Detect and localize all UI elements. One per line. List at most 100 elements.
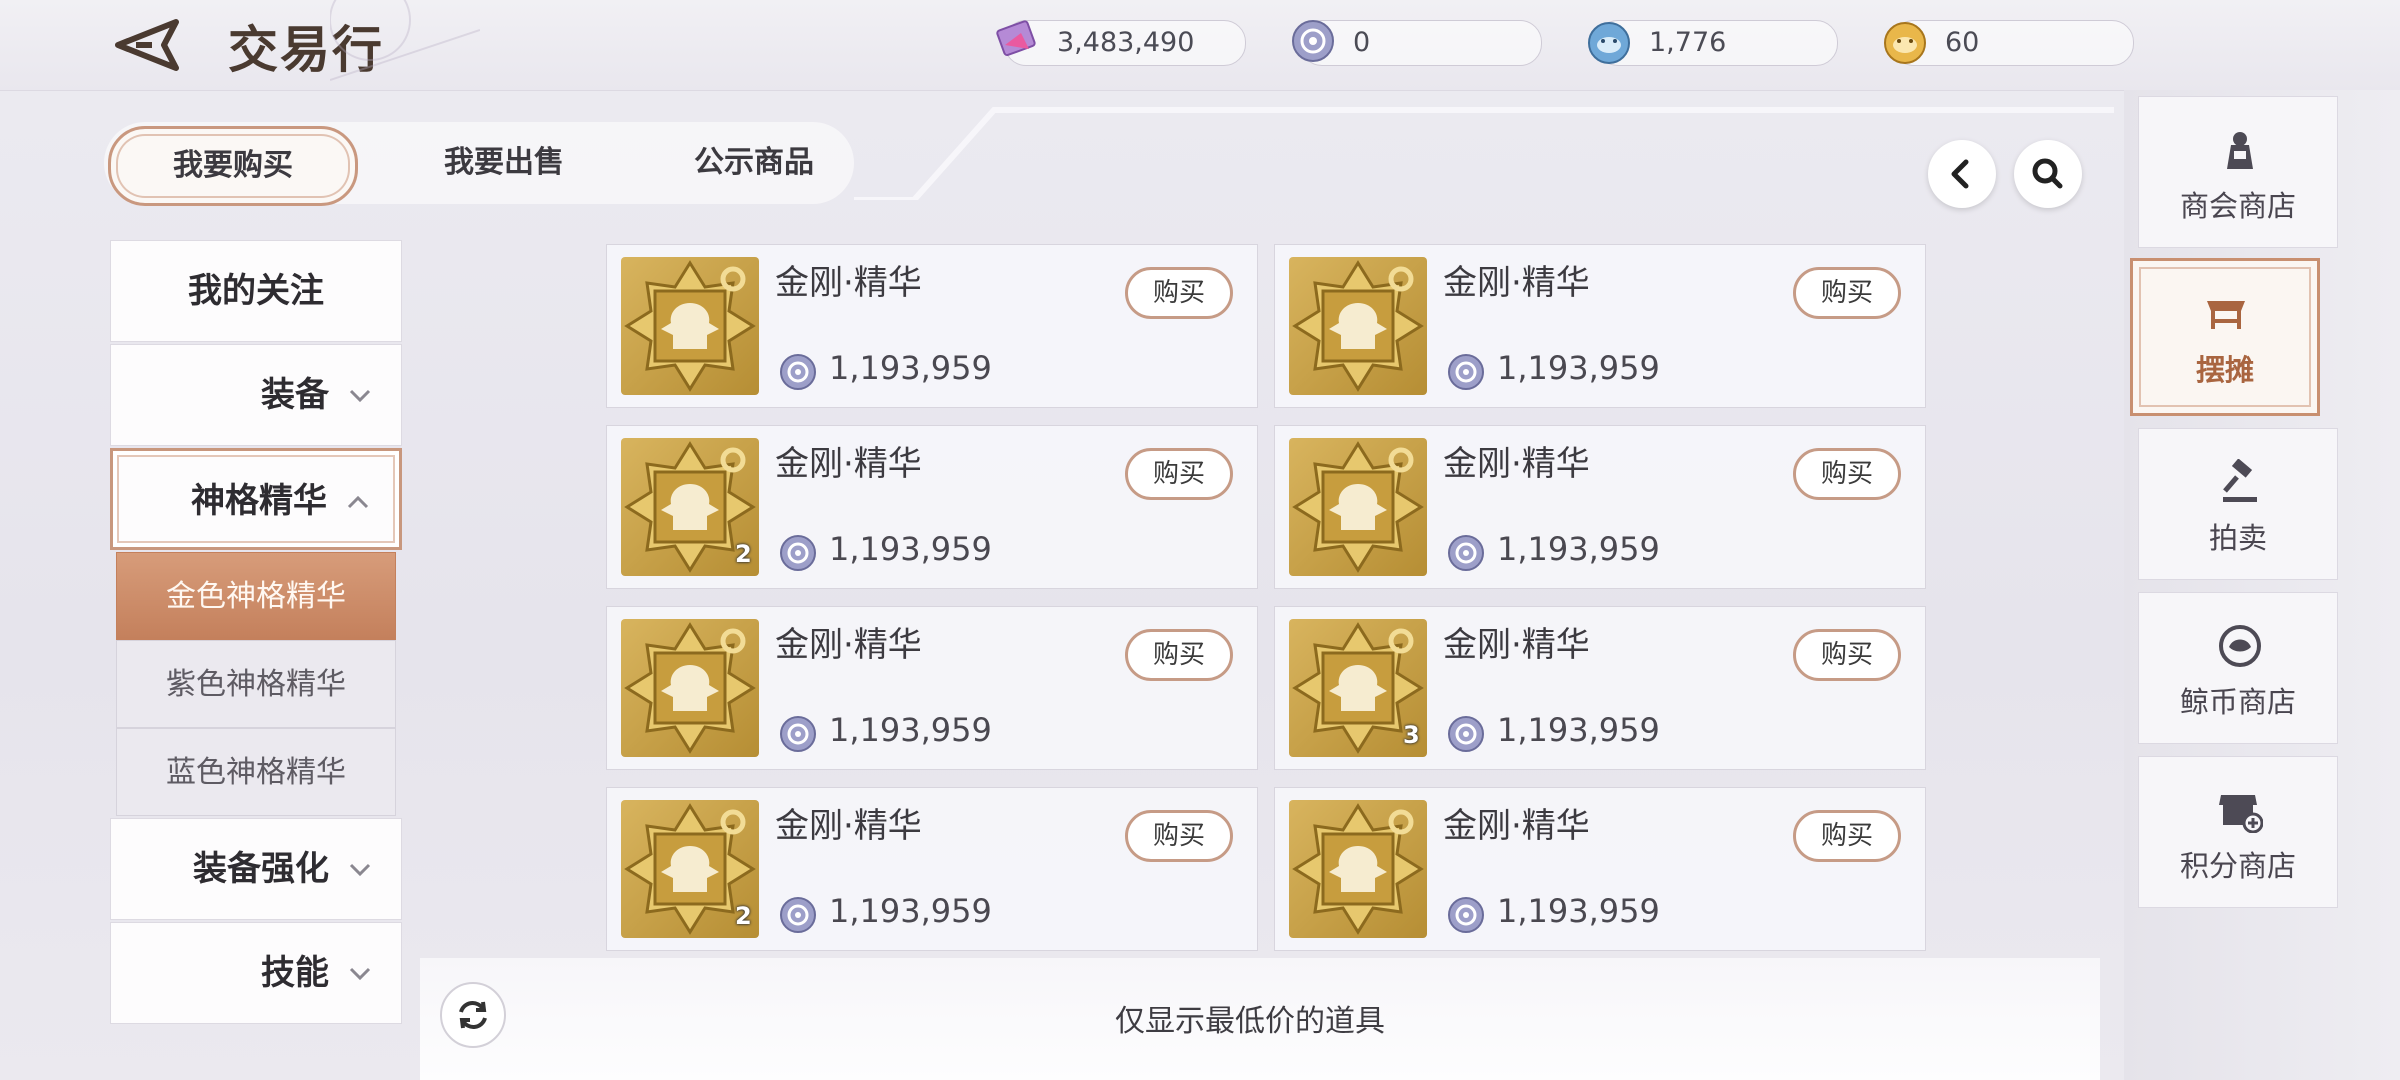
item-name: 金刚·精华 xyxy=(775,806,922,846)
chevron-down-icon xyxy=(349,389,371,403)
silver-coin-icon xyxy=(1292,20,1334,62)
currency-gold-whale: 60 xyxy=(1884,20,2134,66)
category-equipment[interactable]: 装备 xyxy=(110,344,402,446)
item-card[interactable]: 金刚·精华 购买 1,193,959 xyxy=(606,606,1258,770)
buy-button[interactable]: 购买 xyxy=(1125,810,1233,862)
chevron-up-icon xyxy=(347,495,369,509)
item-price: 1,193,959 xyxy=(829,711,992,749)
search-button[interactable] xyxy=(2014,140,2082,208)
back-arrow-icon[interactable] xyxy=(112,18,180,72)
item-quantity: 3 xyxy=(1403,721,1420,749)
item-name: 金刚·精华 xyxy=(775,263,922,303)
shop-plus-icon xyxy=(2219,795,2263,833)
tab-bar: 我要购买 我要出售 公示商品 xyxy=(104,122,854,206)
merchant-icon xyxy=(2227,132,2253,169)
title-decoration xyxy=(330,0,480,81)
vajra-essence-icon xyxy=(1289,438,1427,576)
item-quantity: 2 xyxy=(735,902,752,930)
category-label: 技能 xyxy=(261,953,329,993)
buy-button[interactable]: 购买 xyxy=(1793,629,1901,681)
nav-label: 鲸币商店 xyxy=(2179,685,2296,719)
nav-whale-shop[interactable]: 鲸币商店 xyxy=(2138,592,2338,744)
nav-auction[interactable]: 拍卖 xyxy=(2138,428,2338,580)
gavel-icon xyxy=(2223,459,2257,502)
vajra-essence-icon xyxy=(621,257,759,395)
chevron-left-icon xyxy=(1951,159,1969,189)
nav-guild-shop[interactable]: 商会商店 xyxy=(2138,96,2338,248)
tab-public[interactable]: 公示商品 xyxy=(654,122,854,204)
vajra-essence-icon xyxy=(1289,257,1427,395)
silver-coin-icon xyxy=(779,534,817,572)
vajra-essence-icon xyxy=(1289,800,1427,938)
item-price: 1,193,959 xyxy=(829,530,992,568)
chevron-down-icon xyxy=(349,863,371,877)
currency-value: 0 xyxy=(1353,27,1371,58)
category-label: 我的关注 xyxy=(188,271,324,311)
item-price: 1,193,959 xyxy=(1497,349,1660,387)
item-price: 1,193,959 xyxy=(829,349,992,387)
subcategory-blue-essence[interactable]: 蓝色神格精华 xyxy=(116,728,396,816)
category-label: 装备强化 xyxy=(193,849,329,889)
subcategory-gold-essence[interactable]: 金色神格精华 xyxy=(116,552,396,640)
item-price: 1,193,959 xyxy=(829,892,992,930)
currency-blue-whale: 1,776 xyxy=(1588,20,1838,66)
item-card[interactable]: 金刚·精华 购买 1,193,959 xyxy=(1274,787,1926,951)
tab-buy[interactable]: 我要购买 xyxy=(108,126,358,206)
item-price: 1,193,959 xyxy=(1497,711,1660,749)
item-card[interactable]: 金刚·精华 购买 1,193,959 xyxy=(606,244,1258,408)
item-name: 金刚·精华 xyxy=(1443,806,1590,846)
silver-coin-icon xyxy=(1447,534,1485,572)
nav-label: 商会商店 xyxy=(2179,189,2296,223)
blue-whale-coin-icon xyxy=(1588,22,1630,64)
category-label: 神格精华 xyxy=(191,481,327,521)
silver-coin-icon xyxy=(779,353,817,391)
buy-button[interactable]: 购买 xyxy=(1125,267,1233,319)
item-price: 1,193,959 xyxy=(1497,530,1660,568)
buy-button[interactable]: 购买 xyxy=(1793,448,1901,500)
item-card[interactable]: 2 金刚·精华 购买 1,193,959 xyxy=(606,425,1258,589)
nav-label: 摆摊 xyxy=(2195,353,2254,387)
currency-silver: 0 xyxy=(1292,20,1542,66)
lowest-price-filter-text[interactable]: 仅显示最低价的道具 xyxy=(1000,996,1500,1040)
stall-icon xyxy=(2207,301,2245,329)
category-favorites[interactable]: 我的关注 xyxy=(110,240,402,342)
refresh-icon xyxy=(459,1001,487,1029)
search-icon xyxy=(2032,158,2063,189)
silver-coin-icon xyxy=(779,896,817,934)
currency-value: 3,483,490 xyxy=(1057,27,1195,58)
nav-points-shop[interactable]: 积分商店 xyxy=(2138,756,2338,908)
category-enhance[interactable]: 装备强化 xyxy=(110,818,402,920)
vajra-essence-icon xyxy=(621,619,759,757)
item-card[interactable]: 2 金刚·精华 购买 1,193,959 xyxy=(606,787,1258,951)
prev-button[interactable] xyxy=(1928,140,1996,208)
category-skill[interactable]: 技能 xyxy=(110,922,402,1024)
buy-button[interactable]: 购买 xyxy=(1125,448,1233,500)
crystal-card-icon xyxy=(996,20,1036,57)
currency-value: 60 xyxy=(1945,27,1980,58)
category-sidebar: 我的关注 装备 神格精华 金色神格精华 紫色神格精华 蓝色神格精华 装备强化 技… xyxy=(110,240,402,1050)
nav-stall[interactable]: 摆摊 xyxy=(2130,258,2320,416)
buy-button[interactable]: 购买 xyxy=(1125,629,1233,681)
item-name: 金刚·精华 xyxy=(1443,625,1590,665)
item-name: 金刚·精华 xyxy=(1443,263,1590,303)
currency-value: 1,776 xyxy=(1649,27,1727,58)
item-quantity: 2 xyxy=(735,540,752,568)
silver-coin-icon xyxy=(779,715,817,753)
buy-button[interactable]: 购买 xyxy=(1793,267,1901,319)
whale-coin-icon xyxy=(2219,625,2261,667)
subcategory-purple-essence[interactable]: 紫色神格精华 xyxy=(116,640,396,728)
item-name: 金刚·精华 xyxy=(1443,444,1590,484)
item-name: 金刚·精华 xyxy=(775,444,922,484)
chevron-down-icon xyxy=(349,967,371,981)
item-card[interactable]: 3 金刚·精华 购买 1,193,959 xyxy=(1274,606,1926,770)
item-card[interactable]: 金刚·精华 购买 1,193,959 xyxy=(1274,425,1926,589)
item-price: 1,193,959 xyxy=(1497,892,1660,930)
nav-label: 拍卖 xyxy=(2208,521,2267,555)
buy-button[interactable]: 购买 xyxy=(1793,810,1901,862)
silver-coin-icon xyxy=(1447,353,1485,391)
tabs-decoration xyxy=(854,107,2114,200)
tab-sell[interactable]: 我要出售 xyxy=(404,122,604,204)
category-essence[interactable]: 神格精华 xyxy=(110,448,402,550)
item-card[interactable]: 金刚·精华 购买 1,193,959 xyxy=(1274,244,1926,408)
refresh-button[interactable] xyxy=(440,982,506,1048)
